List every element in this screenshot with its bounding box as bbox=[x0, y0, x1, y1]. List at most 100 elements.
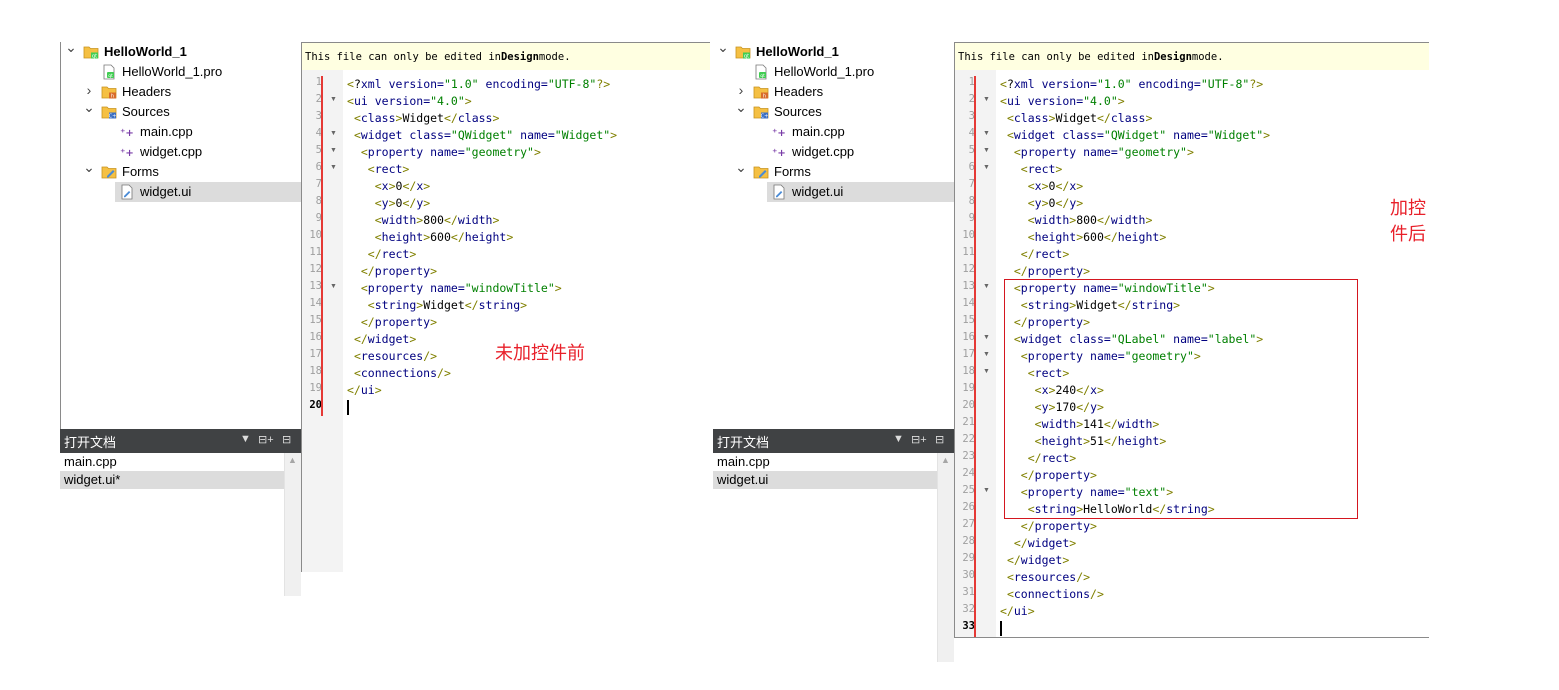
code-line[interactable]: <resources/> bbox=[347, 348, 437, 365]
line-number: 33 bbox=[962, 620, 975, 632]
tree-item[interactable]: ⌄ qt HelloWorld_1 bbox=[61, 39, 302, 62]
open-document-item[interactable]: widget.ui* bbox=[60, 471, 284, 489]
tree-item[interactable]: › h Headers bbox=[61, 82, 302, 102]
dropdown-arrow-icon[interactable]: ▼ bbox=[240, 433, 251, 445]
ui-file-icon bbox=[119, 184, 135, 200]
code-line[interactable]: <string>Widget</string> bbox=[347, 297, 527, 314]
line-number: 15 bbox=[962, 314, 975, 326]
open-documents-scrollbar[interactable]: ▲ bbox=[284, 453, 301, 596]
fold-toggle-icon[interactable]: ▼ bbox=[983, 334, 990, 341]
code-line[interactable]: <y>0</y> bbox=[1000, 195, 1083, 212]
fold-toggle-icon[interactable]: ▼ bbox=[983, 487, 990, 494]
fold-toggle-icon[interactable]: ▼ bbox=[983, 130, 990, 137]
chevron-down-icon[interactable]: ⌄ bbox=[717, 39, 729, 55]
code-line[interactable]: <x>0</x> bbox=[1000, 178, 1083, 195]
code-line[interactable]: <ui version="4.0"> bbox=[1000, 93, 1125, 110]
code-line[interactable]: <rect> bbox=[347, 161, 410, 178]
split-icon[interactable]: ⊟+ bbox=[258, 433, 274, 446]
line-number: 18 bbox=[962, 365, 975, 377]
chevron-down-icon[interactable]: ⌄ bbox=[83, 99, 95, 115]
code-line[interactable]: <property name="geometry"> bbox=[1000, 144, 1194, 161]
code-line[interactable]: <x>0</x> bbox=[347, 178, 430, 195]
code-line[interactable]: <resources/> bbox=[1000, 569, 1090, 586]
close-pane-icon[interactable]: ⊟ bbox=[935, 433, 944, 446]
code-line[interactable]: </ui> bbox=[1000, 603, 1035, 620]
code-line[interactable]: <class>Widget</class> bbox=[347, 110, 499, 127]
tree-item[interactable]: ⁺+ widget.cpp bbox=[61, 142, 302, 162]
code-line[interactable]: <ui version="4.0"> bbox=[347, 93, 472, 110]
tree-item[interactable]: widget.ui bbox=[767, 182, 954, 202]
chevron-right-icon[interactable]: › bbox=[736, 82, 746, 98]
code-line[interactable]: </ui> bbox=[347, 382, 382, 399]
code-line[interactable]: <width>800</width> bbox=[1000, 212, 1153, 229]
tree-item[interactable]: ⌄ Forms bbox=[713, 159, 954, 182]
code-line[interactable]: <widget class="QWidget" name="Widget"> bbox=[1000, 127, 1270, 144]
tree-item[interactable]: qt HelloWorld_1.pro bbox=[713, 62, 954, 82]
fold-toggle-icon[interactable]: ▼ bbox=[983, 368, 990, 375]
scroll-up-icon[interactable]: ▲ bbox=[941, 455, 950, 465]
code-line[interactable]: </rect> bbox=[1000, 246, 1070, 263]
code-line[interactable]: </rect> bbox=[347, 246, 417, 263]
open-documents-scrollbar[interactable]: ▲ bbox=[937, 453, 954, 662]
code-line[interactable]: <property name="geometry"> bbox=[347, 144, 541, 161]
close-pane-icon[interactable]: ⊟ bbox=[282, 433, 291, 446]
code-editor[interactable]: This file can only be edited in Design m… bbox=[954, 42, 1429, 638]
tree-item[interactable]: qt HelloWorld_1.pro bbox=[61, 62, 302, 82]
code-line[interactable]: </property> bbox=[1000, 518, 1097, 535]
info-bar-suffix: mode. bbox=[538, 50, 571, 63]
code-line[interactable]: <connections/> bbox=[1000, 586, 1104, 603]
code-line[interactable]: </property> bbox=[1000, 263, 1090, 280]
tree-item[interactable]: ⁺+ widget.cpp bbox=[713, 142, 954, 162]
code-line[interactable]: </property> bbox=[347, 263, 437, 280]
tree-item-label: Headers bbox=[122, 84, 172, 99]
fold-toggle-icon[interactable]: ▼ bbox=[330, 283, 337, 290]
tree-item[interactable]: ⌄ qt HelloWorld_1 bbox=[713, 39, 954, 62]
fold-toggle-icon[interactable]: ▼ bbox=[983, 147, 990, 154]
code-line[interactable]: <rect> bbox=[1000, 161, 1063, 178]
code-line[interactable]: <y>0</y> bbox=[347, 195, 430, 212]
tree-item[interactable]: widget.ui bbox=[115, 182, 302, 202]
open-document-item[interactable]: main.cpp bbox=[713, 453, 937, 471]
tree-item[interactable]: ⌄ Forms bbox=[61, 159, 302, 182]
chevron-down-icon[interactable]: ⌄ bbox=[83, 159, 95, 175]
code-line[interactable]: <height>600</height> bbox=[1000, 229, 1167, 246]
open-document-item[interactable]: widget.ui bbox=[713, 471, 937, 489]
fold-toggle-icon[interactable]: ▼ bbox=[330, 96, 337, 103]
tree-item[interactable]: ⌄ C+ Sources bbox=[713, 99, 954, 122]
tree-item[interactable]: › h Headers bbox=[713, 82, 954, 102]
tree-item[interactable]: ⁺+ main.cpp bbox=[713, 122, 954, 142]
code-line[interactable]: </widget> bbox=[347, 331, 416, 348]
chevron-down-icon[interactable]: ⌄ bbox=[735, 99, 747, 115]
chevron-down-icon[interactable]: ⌄ bbox=[65, 39, 77, 55]
line-number: 8 bbox=[315, 195, 322, 207]
code-line[interactable]: <?xml version="1.0" encoding="UTF-8"?> bbox=[347, 76, 610, 93]
fold-toggle-icon[interactable]: ▼ bbox=[983, 283, 990, 290]
code-line[interactable]: <connections/> bbox=[347, 365, 451, 382]
fold-toggle-icon[interactable]: ▼ bbox=[983, 96, 990, 103]
fold-toggle-icon[interactable]: ▼ bbox=[983, 351, 990, 358]
code-line[interactable]: </widget> bbox=[1000, 535, 1076, 552]
fold-toggle-icon[interactable]: ▼ bbox=[983, 164, 990, 171]
tree-item[interactable]: ⁺+ main.cpp bbox=[61, 122, 302, 142]
code-line[interactable]: <width>800</width> bbox=[347, 212, 500, 229]
tree-item[interactable]: ⌄ C+ Sources bbox=[61, 99, 302, 122]
split-icon[interactable]: ⊟+ bbox=[911, 433, 927, 446]
chevron-down-icon[interactable]: ⌄ bbox=[735, 159, 747, 175]
dropdown-arrow-icon[interactable]: ▼ bbox=[893, 433, 904, 445]
code-line[interactable]: </property> bbox=[347, 314, 437, 331]
open-documents-pane: 打开文档 ▼ ⊟+ ⊟ main.cpp widget.ui ▲ bbox=[713, 429, 954, 662]
code-line[interactable]: </widget> bbox=[1000, 552, 1069, 569]
chevron-right-icon[interactable]: › bbox=[84, 82, 94, 98]
fold-toggle-icon[interactable]: ▼ bbox=[330, 147, 337, 154]
code-line[interactable]: <?xml version="1.0" encoding="UTF-8"?> bbox=[1000, 76, 1263, 93]
fold-toggle-icon[interactable]: ▼ bbox=[330, 130, 337, 137]
code-line[interactable]: <class>Widget</class> bbox=[1000, 110, 1152, 127]
open-document-item[interactable]: main.cpp bbox=[60, 453, 284, 471]
scroll-up-icon[interactable]: ▲ bbox=[288, 455, 297, 465]
code-line[interactable]: <widget class="QWidget" name="Widget"> bbox=[347, 127, 617, 144]
code-line[interactable]: <property name="windowTitle"> bbox=[347, 280, 562, 297]
fold-toggle-icon[interactable]: ▼ bbox=[330, 164, 337, 171]
code-editor[interactable]: This file can only be edited in Design m… bbox=[301, 42, 710, 572]
line-number: 15 bbox=[309, 314, 322, 326]
code-line[interactable]: <height>600</height> bbox=[347, 229, 514, 246]
